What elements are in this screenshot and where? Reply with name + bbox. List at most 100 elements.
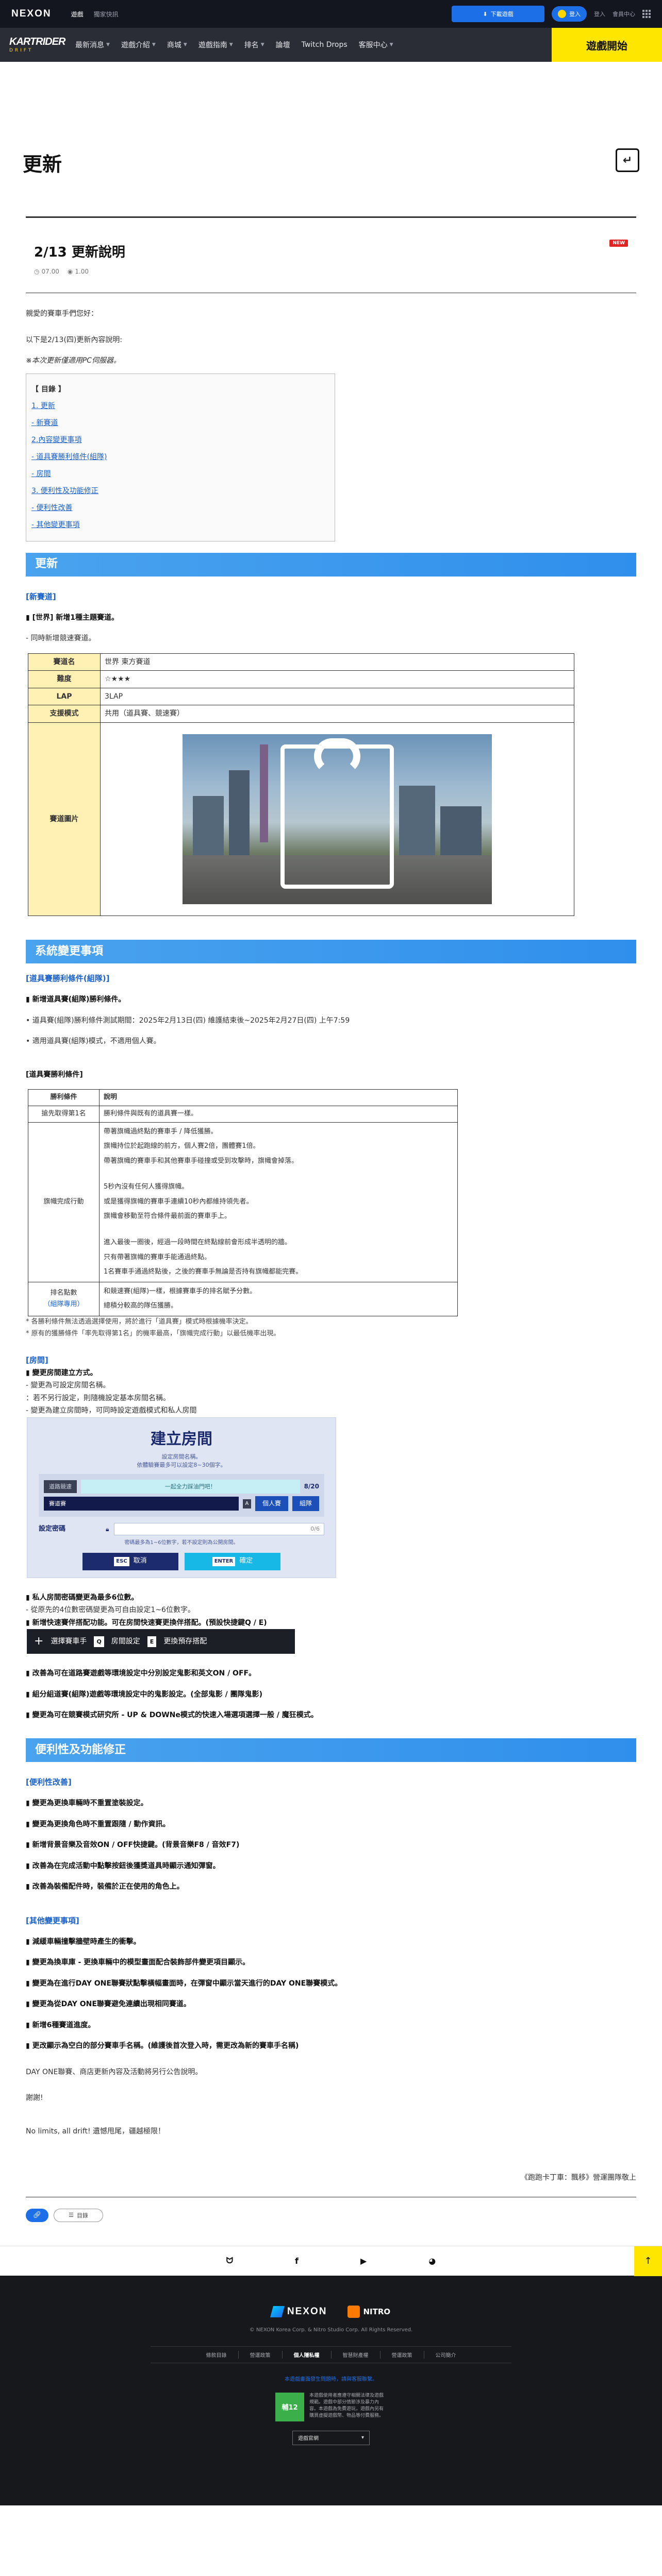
section-update: 更新 (26, 552, 636, 577)
list-icon: ☰ (69, 2212, 74, 2219)
victory-condition-table: 勝利條件 說明 搶先取得第1名 勝利條件與既有的道具賽一樣。 旗幟完成行動 帶著… (28, 1089, 458, 1317)
footer-copyright: © NEXON Korea Corp. & Nitro Studio Corp.… (249, 2327, 413, 2333)
footer-link[interactable]: 公司簡介 (424, 2351, 468, 2359)
chevron-down-icon: ▼ (260, 42, 264, 47)
discord-icon[interactable]: ◕ (428, 2256, 436, 2266)
back-to-list-button[interactable]: ↵ (616, 148, 639, 172)
room-line: - 變更為建立房間時，可同時設定遊戲模式和私人房間 (26, 1406, 197, 1415)
game-menu: 最新消息 ▼ 遊戲介紹 ▼ 商城 ▼ 遊戲指南 ▼ 排名 ▼ 論壇 Twitch Drop… (75, 40, 393, 50)
chevron-down-icon: ▾ (361, 2435, 364, 2441)
table-value: 共用（道具賽、競速賽） (100, 705, 574, 723)
footer-link[interactable]: 智慧財產權 (332, 2350, 380, 2359)
footer-logos: NEXON NITRO (0, 2305, 662, 2318)
cond-desc-line: 旗幟會移動至符合條件最前面的賽車手上。 (104, 1212, 231, 1221)
beanfun-icon (558, 10, 566, 18)
new-track-label: [新賽道] (26, 591, 56, 601)
footer-nitro-text: NITRO (363, 2307, 391, 2316)
toc-item[interactable]: - 道具賽勝利條件(組隊) (31, 449, 329, 466)
table-key: 難度 (28, 670, 101, 688)
room-card-title: 建立房間 (151, 1430, 212, 1448)
article-views: ◉ 1.00 (68, 268, 89, 275)
rating-text: 本遊戲使用者應遵守相關法律及遊戲規範。遊戲中部分情節涉及暴力內容。本遊戲為免費遊… (309, 2393, 384, 2418)
topbar-member-link[interactable]: 會員中心 (613, 10, 635, 18)
table-key: 搶先取得第1名 (28, 1105, 100, 1123)
conv-item: ▮ 變更為更換車輛時不重置塗裝設定。 (26, 1799, 148, 1808)
intro: 以下是2/13(四)更新內容說明: (26, 335, 123, 344)
slogan: No limits, all drift! 遺憾甩尾，疆越極限！ (26, 2127, 166, 2136)
kartrider-drift-logo[interactable]: KARTRIDER DRIFT (9, 33, 66, 57)
menu-item-twitch-drops[interactable]: Twitch Drops (302, 40, 347, 50)
topbar-link-news[interactable]: 獨家快訊 (94, 10, 119, 19)
app-grid-icon[interactable] (642, 10, 651, 18)
conv-item: ▮ 改善為在完成活動中點擊按鈕後獲獎道具時顯示通知彈窗。 (26, 1861, 220, 1870)
toc-item[interactable]: 2.內容變更事項 (31, 432, 329, 449)
day-one-note: DAY ONE聯賽、商店更新內容及活動將另行公告說明。 (26, 2067, 203, 2076)
link-icon: 🔗︎ (32, 2211, 42, 2219)
menu-item-shop[interactable]: 商城 ▼ (167, 40, 187, 50)
menu-item-ranking[interactable]: 排名 ▼ (244, 40, 264, 50)
cond-desc-line: 旗幟持位於起跑線的前方，個人賽2倍，團體賽1倍。 (104, 1142, 260, 1150)
back-to-list-link[interactable]: ☰ 目錄 (54, 2208, 103, 2222)
room-mode-note: ▮ 變更為可在競賽模式研究所 - UP & DOWNe模式的快速入場選項選擇一般… (26, 1711, 318, 1720)
nexon-mark-icon (270, 2306, 285, 2317)
topbar-link-games[interactable]: 遊戲 (71, 10, 84, 19)
table-key-sub: （組隊專用） (43, 1300, 84, 1309)
table-row: 搶先取得第1名 勝利條件與既有的道具賽一樣。 (28, 1105, 458, 1123)
toc-item[interactable]: - 新賽道 (31, 415, 329, 432)
footer-link-privacy[interactable]: 個人隱私權 (283, 2350, 332, 2359)
bahamut-icon[interactable]: ᗢ (226, 2256, 233, 2266)
page-title: 更新 (23, 153, 62, 176)
menu-item-support[interactable]: 客服中心 ▼ (359, 40, 393, 50)
room-confirm-button: ENTER 確定 (185, 1552, 280, 1570)
room-line: - 從原先的4位數密碼變更為可自由設定1~6位數字。 (26, 1606, 195, 1615)
cond-desc-line: 和競速賽(組隊)一樣，根據賽車手的排名賦予分數。 (104, 1287, 257, 1295)
key-a-icon: A (242, 1499, 251, 1509)
download-game-button[interactable]: ⬇ 下載遊戲 (452, 6, 544, 22)
pc-note: ※本次更新僅適用PC伺服器。 (26, 357, 121, 365)
article-title: 2/13 更新說明 (34, 245, 125, 260)
cond-desc-line: 5秒內沒有任何人獲得旗幟。 (104, 1183, 189, 1191)
menu-item-about[interactable]: 遊戲介紹 ▼ (121, 40, 156, 50)
site-footer: NEXON NITRO © NEXON Korea Corp. & Nitro … (0, 2275, 662, 2505)
site-select-dropdown[interactable]: 遊戲官網 ▾ (292, 2430, 370, 2445)
cond-desc-line: 1名賽車手通過終點後，之後的賽車手無論是否持有旗幟都能完賽。 (104, 1268, 303, 1276)
footer-link[interactable]: 營運政策 (380, 2350, 424, 2359)
toc-item[interactable]: - 房間 (31, 466, 329, 483)
footer-link[interactable]: 營運政策 (239, 2350, 283, 2359)
toc-title: 【 目錄 】 (31, 385, 65, 394)
nexon-logo[interactable]: NEXON (11, 8, 52, 20)
menu-item-guide[interactable]: 遊戲指南 ▼ (198, 40, 233, 50)
beanfun-label: 登入 (569, 11, 581, 18)
menu-item-forum[interactable]: 論壇 (276, 40, 290, 50)
footer-link[interactable]: 條款目錄 (195, 2350, 239, 2359)
share-row: 🔗︎ ☰ 目錄 (26, 2196, 636, 2246)
cond-line: • 適用道具賽(組隊)模式，不適用個人賽。 (26, 1037, 161, 1046)
cond-headline: ▮ 新增道具賽(組隊)勝利條件。 (26, 995, 126, 1004)
cond-table-label: [道具賽勝利條件] (26, 1070, 83, 1079)
toc-item[interactable]: - 便利性改善 (31, 500, 329, 517)
footer-note[interactable]: 本遊戲畫面發生問題時，請與客服聯繫。 (0, 2375, 662, 2382)
other-item: ▮ 變更為換車庫 - 更換車輛中的模型畫面配合裝飾部件變更項目顯示。 (26, 1958, 250, 1967)
nexon-topbar: NEXON 遊戲 獨家快訊 ⬇ 下載遊戲 登入 登入 會員中心 (0, 0, 662, 28)
conv-item: ▮ 變更為更換角色時不重置跟隨 / 動作資訊。 (26, 1820, 170, 1828)
esc-key-icon: ESC (114, 1557, 129, 1566)
toc-item[interactable]: 1. 更新 (31, 398, 329, 415)
topbar-login-link[interactable]: 登入 (594, 10, 605, 18)
youtube-icon[interactable]: ▶ (360, 2256, 367, 2266)
copy-link-button[interactable]: 🔗︎ (26, 2208, 48, 2222)
preset-keys-banner: + 選擇賽車手 Q 房間設定 E 更換預存搭配 (27, 1629, 295, 1654)
password-input: 0/6 (114, 1523, 324, 1536)
footer-nitro-logo: NITRO (347, 2305, 391, 2318)
beanfun-login-button[interactable]: 登入 (552, 6, 587, 22)
toc-item[interactable]: 3. 便利性及功能修正 (31, 483, 329, 500)
toc-item[interactable]: - 其他變更事項 (31, 517, 329, 534)
table-row: 難度 ☆★★★ (28, 670, 574, 688)
menu-item-news[interactable]: 最新消息 ▼ (75, 40, 110, 50)
new-badge: NEW (609, 240, 628, 247)
clock-icon: ◷ (34, 268, 40, 275)
scroll-to-top-button[interactable]: ↑ (634, 2246, 662, 2276)
facebook-icon[interactable]: f (295, 2256, 299, 2266)
cond-desc-line: 總積分較高的隊伍獲勝。 (104, 1302, 178, 1310)
track-info-table: 賽道名 世界 東方賽道 難度 ☆★★★ LAP 3LAP 支援模式 共用（道具賽、競速賽… (28, 653, 574, 916)
game-start-button[interactable]: 遊戲開始 (552, 28, 662, 62)
